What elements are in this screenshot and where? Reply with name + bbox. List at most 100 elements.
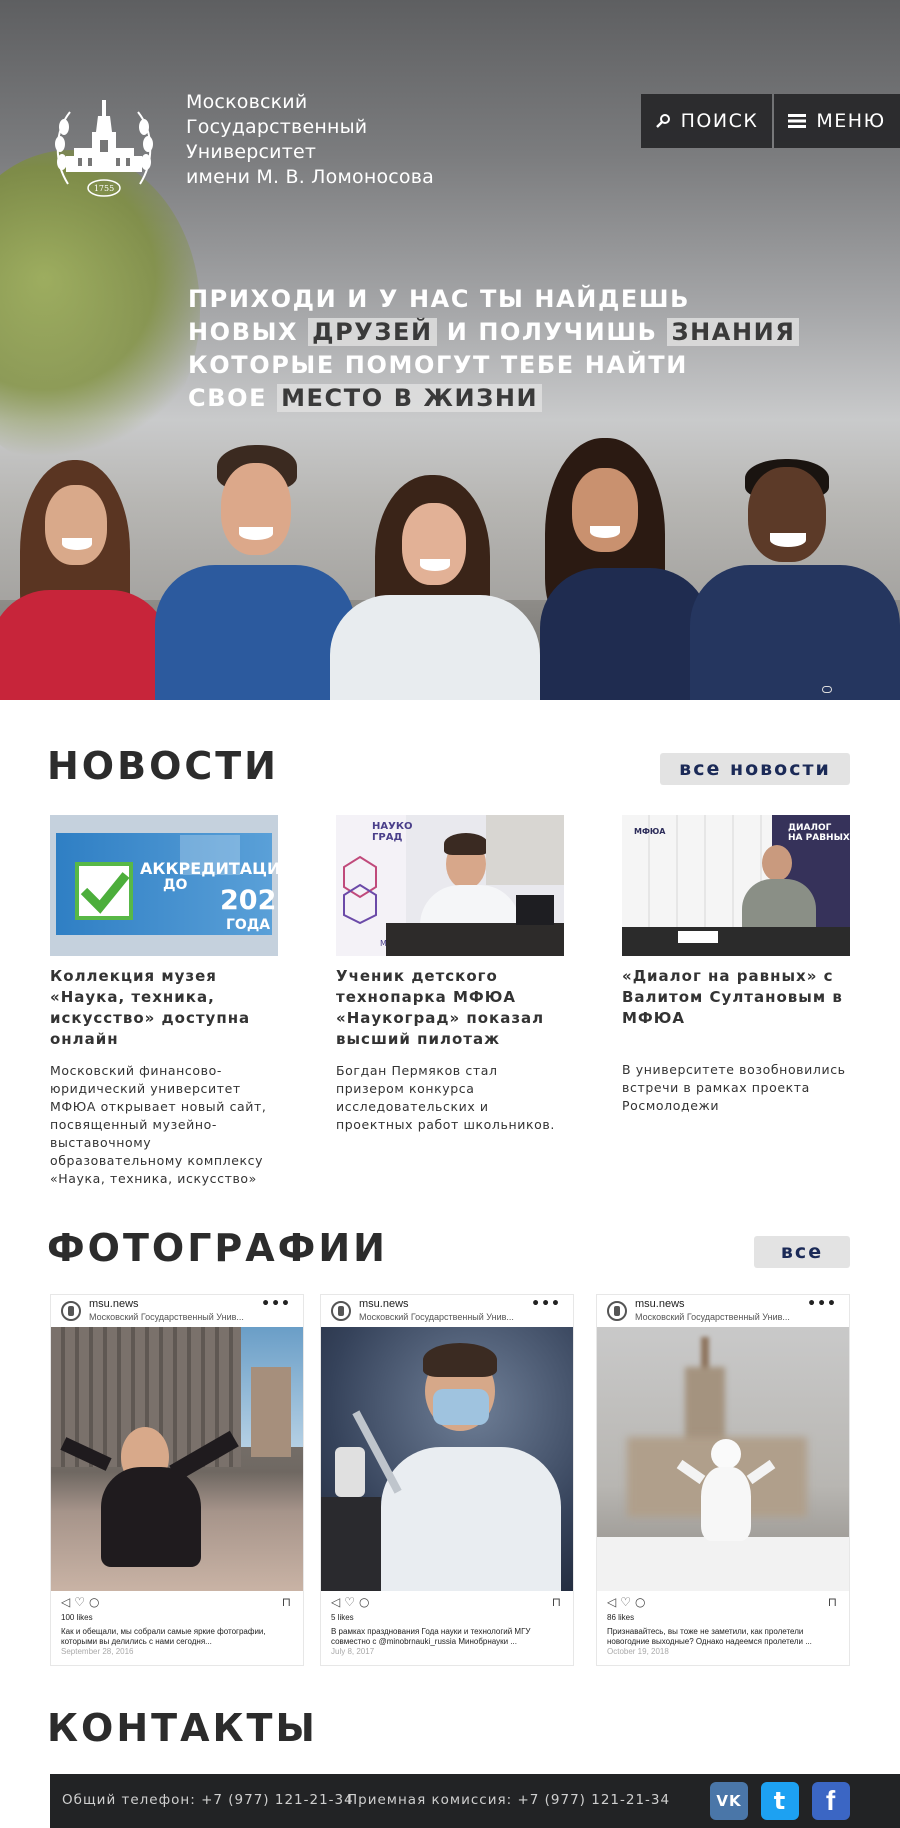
more-options-icon[interactable]: ••• <box>807 1296 837 1312</box>
account-subtitle: Московский Государственный Унив... <box>89 1312 244 1322</box>
creative-commons-icon <box>822 686 832 693</box>
slogan-highlight-friends: ДРУЗЕЙ <box>308 318 437 346</box>
search-label: ПОИСК <box>680 110 759 132</box>
hero-person-2 <box>155 445 355 700</box>
post-actions: ◁♡○ ⊓ <box>51 1591 303 1613</box>
bookmark-icon[interactable]: ⊓ <box>828 1595 837 1609</box>
general-phone[interactable]: Общий телефон: +7 (977) 121-21-34 <box>62 1792 354 1808</box>
all-photos-button[interactable]: все <box>754 1236 850 1268</box>
news-card[interactable]: АККРЕДИТАЦИЯ ДО 2025 ГОДА Коллекция музе… <box>50 815 280 1188</box>
hero-person-3 <box>330 475 540 700</box>
vk-icon[interactable]: VK <box>710 1782 748 1820</box>
news-excerpt: Московский финансово-юридический универс… <box>50 1063 267 1186</box>
hero-person-1 <box>0 440 170 700</box>
post-caption: В рамках празднования Года науки и техно… <box>331 1627 531 1646</box>
university-name-line: Государственный <box>186 116 368 138</box>
news-section-title: НОВОСТИ <box>47 744 279 788</box>
contacts-section-title: КОНТАКТЫ <box>47 1706 318 1750</box>
post-image[interactable] <box>597 1327 849 1591</box>
account-name[interactable]: msu.news <box>359 1298 409 1310</box>
thumb-text: 2025 <box>220 885 278 916</box>
thumb-text-line: НА РАВНЫХ <box>788 833 850 843</box>
university-name-line: Московский <box>186 91 308 113</box>
account-name[interactable]: msu.news <box>635 1298 685 1310</box>
thumb-text: НАУКО ГРАД <box>372 821 413 843</box>
thumb-text-line: ГРАД <box>372 832 403 843</box>
post-caption: Как и обещали, мы собрали самые яркие фо… <box>61 1627 266 1646</box>
post-actions: ◁♡○ ⊓ <box>321 1591 573 1613</box>
checkmark-icon <box>75 862 133 920</box>
account-subtitle: Московский Государственный Унив... <box>359 1312 514 1322</box>
search-button[interactable]: ПОИСК <box>641 94 772 148</box>
account-avatar[interactable] <box>331 1301 351 1321</box>
hero-person-4 <box>520 438 710 700</box>
likes-count: 100 likes <box>61 1613 93 1622</box>
post-caption: Признавайтесь, вы тоже не заметили, как … <box>607 1627 812 1646</box>
thumb-text: ГОДА <box>226 917 271 933</box>
action-icons[interactable]: ◁♡○ <box>607 1595 649 1609</box>
post-date: September 28, 2016 <box>61 1647 134 1656</box>
slogan-highlight-place: МЕСТО В ЖИЗНИ <box>277 384 543 412</box>
slogan-text: СВОЕ <box>188 384 268 412</box>
news-title[interactable]: «Диалог на равных» с Валитом Султановым … <box>622 966 852 1029</box>
likes-count: 5 likes <box>331 1613 354 1622</box>
news-thumbnail[interactable]: АККРЕДИТАЦИЯ ДО 2025 ГОДА <box>50 815 278 956</box>
post-date: October 19, 2018 <box>607 1647 669 1656</box>
instagram-post[interactable]: msu.news Московский Государственный Унив… <box>596 1294 850 1666</box>
twitter-icon[interactable]: t <box>761 1782 799 1820</box>
admission-phone[interactable]: Приемная комиссия: +7 (977) 121-21-34 <box>347 1792 670 1808</box>
post-header: msu.news Московский Государственный Унив… <box>597 1295 849 1327</box>
thumb-text-line: НАУКО <box>372 821 413 832</box>
news-title[interactable]: Коллекция музея «Наука, техника, искусст… <box>50 966 280 1050</box>
thumb-text: ДО <box>163 877 188 893</box>
action-icons[interactable]: ◁♡○ <box>331 1595 373 1609</box>
university-name-line: имени М. В. Ломоносова <box>186 166 434 188</box>
news-excerpt: Богдан Пермяков стал призером конкурса и… <box>336 1063 555 1132</box>
search-icon <box>655 114 670 128</box>
news-card[interactable]: НАУКОГРАД МФЮА Ученик детского технопарк… <box>336 815 566 1134</box>
hero-person-5 <box>690 455 900 700</box>
slogan-line-4: СВОЕ МЕСТО В ЖИЗНИ <box>188 382 799 415</box>
account-avatar[interactable] <box>61 1301 81 1321</box>
university-name[interactable]: Московский Государственный Университет и… <box>186 90 434 190</box>
news-thumbnail[interactable]: ДИАЛОГ НА РАВНЫХ МФЮА <box>622 815 850 956</box>
post-actions: ◁♡○ ⊓ <box>597 1591 849 1613</box>
account-subtitle: Московский Государственный Унив... <box>635 1312 790 1322</box>
contacts-bar: Общий телефон: +7 (977) 121-21-34 Приемн… <box>50 1774 900 1828</box>
slogan-text: НОВЫХ <box>188 318 299 346</box>
more-options-icon[interactable]: ••• <box>531 1296 561 1312</box>
hero-banner: 1755 Московский Государственный Универси… <box>0 0 900 700</box>
menu-label: МЕНЮ <box>816 110 886 132</box>
post-header: msu.news Московский Государственный Унив… <box>321 1295 573 1327</box>
all-news-button[interactable]: все новости <box>660 753 850 785</box>
logo-year: 1755 <box>94 184 114 193</box>
news-thumbnail[interactable]: НАУКОГРАД МФЮА <box>336 815 564 956</box>
instagram-post[interactable]: msu.news Московский Государственный Унив… <box>320 1294 574 1666</box>
photos-section-title: ФОТОГРАФИИ <box>47 1226 388 1270</box>
post-image[interactable] <box>321 1327 573 1591</box>
action-icons[interactable]: ◁♡○ <box>61 1595 103 1609</box>
facebook-icon[interactable]: f <box>812 1782 850 1820</box>
more-options-icon[interactable]: ••• <box>261 1296 291 1312</box>
instagram-post[interactable]: msu.news Московский Государственный Унив… <box>50 1294 304 1666</box>
likes-count: 86 likes <box>607 1613 635 1622</box>
bookmark-icon[interactable]: ⊓ <box>552 1595 561 1609</box>
account-name[interactable]: msu.news <box>89 1298 139 1310</box>
slogan-text: И ПОЛУЧИШЬ <box>446 318 658 346</box>
news-excerpt: В университете возобновились встречи в р… <box>622 1062 846 1113</box>
post-date: July 8, 2017 <box>331 1647 375 1656</box>
post-header: msu.news Московский Государственный Унив… <box>51 1295 303 1327</box>
university-name-line: Университет <box>186 141 317 163</box>
hexagon-pattern-icon <box>343 855 377 925</box>
slogan-line-2: НОВЫХ ДРУЗЕЙ И ПОЛУЧИШЬ ЗНАНИЯ <box>188 316 800 349</box>
slogan-highlight-knowledge: ЗНАНИЯ <box>667 318 800 346</box>
menu-button[interactable]: МЕНЮ <box>774 94 900 148</box>
thumb-text: МФЮА <box>634 827 666 836</box>
thumb-text: АККРЕДИТАЦИЯ <box>140 859 278 878</box>
post-image[interactable] <box>51 1327 303 1591</box>
bookmark-icon[interactable]: ⊓ <box>282 1595 291 1609</box>
news-title[interactable]: Ученик детского технопарка МФЮА «Наукогр… <box>336 966 566 1050</box>
news-card[interactable]: ДИАЛОГ НА РАВНЫХ МФЮА «Диалог на равных» … <box>622 815 852 1115</box>
account-avatar[interactable] <box>607 1301 627 1321</box>
msu-logo-icon[interactable]: 1755 <box>48 92 160 204</box>
